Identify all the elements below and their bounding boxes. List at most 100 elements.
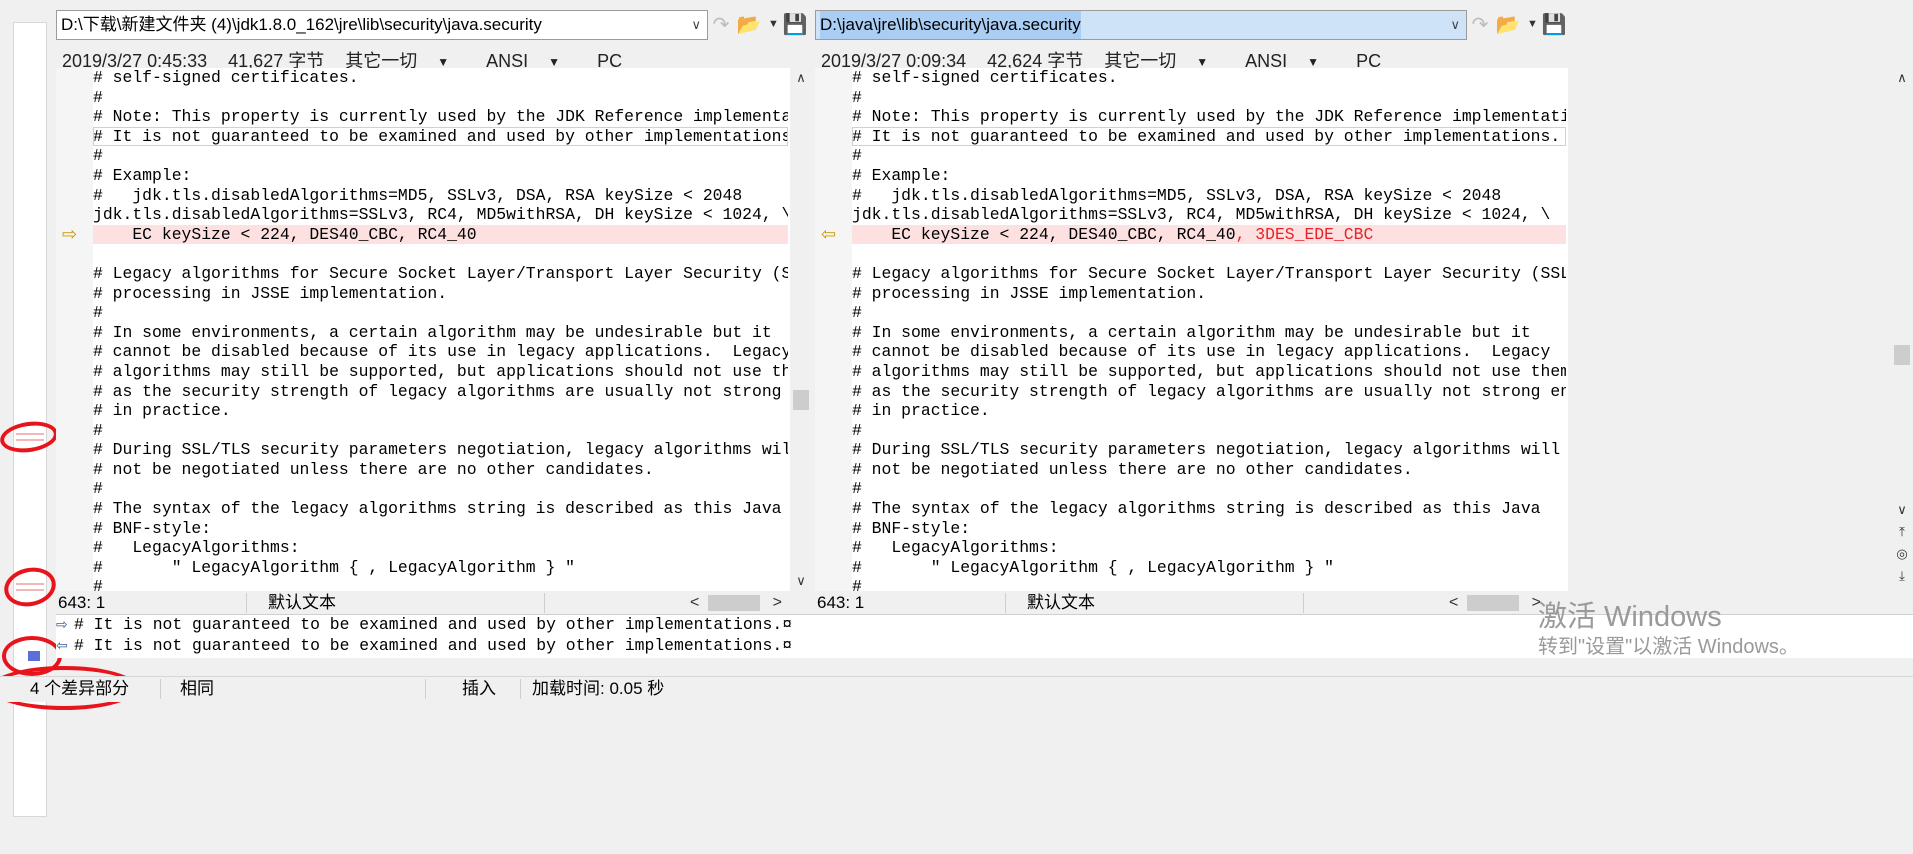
diff-arrow-left-icon[interactable]: ⇦ <box>821 224 836 245</box>
left-vertical-scrollbar[interactable]: ∧ ∨ <box>790 68 812 591</box>
code-line[interactable] <box>852 244 1566 264</box>
load-time: 加载时间: 0.05 秒 <box>532 679 665 698</box>
code-line[interactable]: jdk.tls.disabledAlgorithms=SSLv3, RC4, M… <box>852 205 1566 225</box>
code-line[interactable]: # jdk.tls.disabledAlgorithms=MD5, SSLv3,… <box>852 186 1566 206</box>
code-line[interactable]: # <box>93 303 788 323</box>
chevron-down-icon[interactable]: ∨ <box>1450 11 1460 39</box>
code-line[interactable]: # <box>93 88 788 108</box>
code-line[interactable] <box>93 244 788 264</box>
code-line[interactable]: EC keySize < 224, DES40_CBC, RC4_40 <box>93 224 788 245</box>
code-line[interactable]: # in practice. <box>93 401 788 421</box>
code-line[interactable]: # cannot be disabled because of its use … <box>852 342 1566 362</box>
left-text-area[interactable]: ⇨ # self-signed certificates. # # Note: Th… <box>56 68 812 591</box>
code-line[interactable]: # " LegacyAlgorithm { , LegacyAlgorithm … <box>93 558 788 578</box>
right-path-field[interactable]: D:\java\jre\lib\security\java.security ∨ <box>815 10 1467 40</box>
swap-icon[interactable]: ↷ <box>708 10 734 40</box>
scroll-up-icon[interactable]: ∧ <box>790 70 812 86</box>
chevron-down-icon[interactable]: ▼ <box>1527 18 1538 30</box>
open-folder-icon[interactable]: 📂 <box>1495 10 1521 40</box>
chevron-down-icon[interactable]: ∨ <box>691 11 701 39</box>
scroll-up-icon[interactable]: ∧ <box>1891 70 1913 86</box>
diff-arrow-right-icon[interactable]: ⇨ <box>62 224 77 245</box>
code-line[interactable]: # <box>93 421 788 441</box>
code-line[interactable]: # jdk.tls.disabledAlgorithms=MD5, SSLv3,… <box>93 186 788 206</box>
arrow-right-icon: ⇨ <box>56 617 68 633</box>
open-folder-icon[interactable]: 📂 <box>736 10 762 40</box>
right-vertical-scrollbar[interactable]: ∧ ∨ ⤒ ◎ ⤓ <box>1891 68 1913 591</box>
code-line[interactable]: # <box>852 421 1566 441</box>
code-line[interactable]: # During SSL/TLS security parameters neg… <box>93 440 788 460</box>
code-line[interactable]: # In some environments, a certain algori… <box>93 323 788 343</box>
code-line[interactable]: # LegacyAlgorithms: <box>93 538 788 558</box>
code-line[interactable]: # cannot be disabled because of its use … <box>93 342 788 362</box>
code-line[interactable]: # <box>852 479 1566 499</box>
code-line[interactable]: # The syntax of the legacy algorithms st… <box>852 499 1566 519</box>
scroll-down-icon[interactable]: ∨ <box>790 573 812 589</box>
code-line[interactable]: # Note: This property is currently used … <box>852 107 1566 127</box>
compare-line-right[interactable]: ⇦ # It is not guaranteed to be examined a… <box>56 636 792 656</box>
code-line[interactable]: # processing in JSSE implementation. <box>93 284 788 304</box>
code-line[interactable]: # Legacy algorithms for Secure Socket La… <box>852 264 1566 284</box>
right-hscroll-thumb[interactable] <box>1467 595 1519 611</box>
code-line[interactable]: # It is not guaranteed to be examined an… <box>852 126 1566 147</box>
code-line[interactable]: # as the security strength of legacy alg… <box>93 382 788 402</box>
status-bar: 4 个差异部分 相同 插入 加载时间: 0.05 秒 <box>0 676 1913 702</box>
right-text-area[interactable]: ⇦ # self-signed certificates. # # Note: Th… <box>815 68 1568 591</box>
left-path-field[interactable]: D:\下载\新建文件夹 (4)\jdk1.8.0_162\jre\lib\sec… <box>56 10 708 40</box>
code-line[interactable]: # in practice. <box>852 401 1566 421</box>
code-line[interactable]: # <box>93 577 788 591</box>
code-line[interactable]: # Example: <box>852 166 1566 186</box>
scroll-left-icon[interactable]: < <box>1449 592 1458 614</box>
scroll-left-icon[interactable]: < <box>690 592 699 614</box>
code-line[interactable]: EC keySize < 224, DES40_CBC, RC4_40, 3DE… <box>852 224 1566 245</box>
code-line[interactable]: # self-signed certificates. <box>852 68 1566 88</box>
code-line[interactable]: # <box>852 146 1566 166</box>
left-hscroll-thumb[interactable] <box>708 595 760 611</box>
code-line[interactable]: # self-signed certificates. <box>93 68 788 88</box>
scroll-right-icon[interactable]: > <box>773 592 782 614</box>
left-lines[interactable]: # self-signed certificates. # # Note: This… <box>93 68 788 591</box>
code-line[interactable]: # Example: <box>93 166 788 186</box>
left-status-line: 643: 1 默认文本 <box>56 591 686 615</box>
left-text-type[interactable]: 默认文本 <box>268 591 336 615</box>
code-line[interactable]: # The syntax of the legacy algorithms st… <box>93 499 788 519</box>
current-diff-icon[interactable]: ◎ <box>1891 546 1913 562</box>
chevron-down-icon[interactable]: ▼ <box>768 18 779 30</box>
code-line[interactable]: # algorithms may still be supported, but… <box>852 362 1566 382</box>
code-line[interactable]: # LegacyAlgorithms: <box>852 538 1566 558</box>
code-line[interactable]: # During SSL/TLS security parameters neg… <box>852 440 1566 460</box>
code-line[interactable]: # BNF-style: <box>93 519 788 539</box>
code-line[interactable]: jdk.tls.disabledAlgorithms=SSLv3, RC4, M… <box>93 205 788 225</box>
code-line[interactable]: # not be negotiated unless there are no … <box>852 460 1566 480</box>
left-horizontal-scrollbar[interactable]: < > <box>686 592 790 614</box>
right-text-type[interactable]: 默认文本 <box>1027 591 1095 615</box>
code-line[interactable]: # Legacy algorithms for Secure Socket La… <box>93 264 788 284</box>
code-line[interactable]: # not be negotiated unless there are no … <box>93 460 788 480</box>
code-line[interactable]: # <box>852 303 1566 323</box>
swap-icon[interactable]: ↷ <box>1467 10 1493 40</box>
code-line[interactable]: # <box>852 88 1566 108</box>
diff-count: 4 个差异部分 <box>30 679 130 698</box>
next-diff-icon[interactable]: ⤓ <box>1891 568 1913 584</box>
code-line[interactable]: # It is not guaranteed to be examined an… <box>93 126 788 147</box>
right-lines[interactable]: # self-signed certificates. # # Note: This… <box>852 68 1566 591</box>
code-line[interactable]: # In some environments, a certain algori… <box>852 323 1566 343</box>
save-icon[interactable]: 💾 <box>782 10 808 40</box>
code-line[interactable]: # processing in JSSE implementation. <box>852 284 1566 304</box>
compare-line-left[interactable]: ⇨ # It is not guaranteed to be examined a… <box>56 615 792 635</box>
code-line[interactable]: # algorithms may still be supported, but… <box>93 362 788 382</box>
code-line[interactable]: # as the security strength of legacy alg… <box>852 382 1566 402</box>
code-line[interactable]: # <box>93 479 788 499</box>
code-line[interactable]: # Note: This property is currently used … <box>93 107 788 127</box>
watermark-title: 激活 Windows <box>1538 601 1722 633</box>
previous-diff-icon[interactable]: ⤒ <box>1891 524 1913 540</box>
save-icon[interactable]: 💾 <box>1541 10 1567 40</box>
left-vscroll-thumb[interactable] <box>793 390 809 410</box>
scroll-down-icon[interactable]: ∨ <box>1891 502 1913 518</box>
code-line[interactable]: # <box>93 146 788 166</box>
code-line[interactable]: # " LegacyAlgorithm { , LegacyAlgorithm … <box>852 558 1566 578</box>
right-vscroll-thumb[interactable] <box>1894 345 1910 365</box>
code-line[interactable]: # BNF-style: <box>852 519 1566 539</box>
right-horizontal-scrollbar[interactable]: < > <box>1445 592 1549 614</box>
code-line[interactable]: # <box>852 577 1566 591</box>
